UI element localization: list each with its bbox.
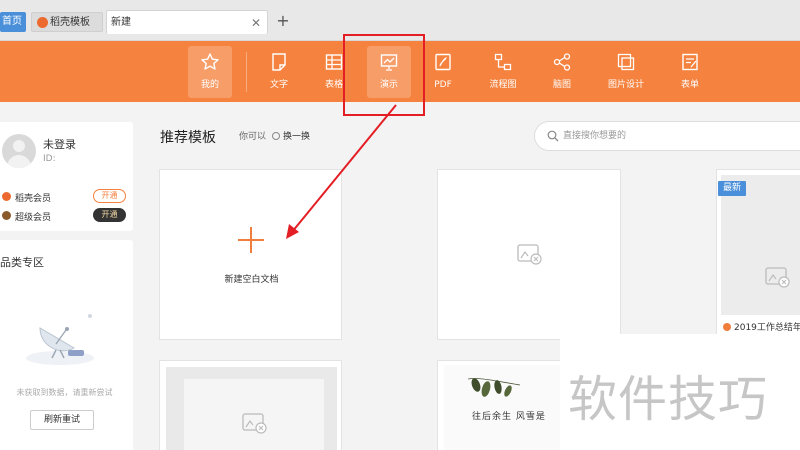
tool-label: 图片设计 [607,80,644,90]
category-title: 品类专区 [0,256,44,269]
tab-new-label: 新建 [111,17,131,28]
tool-label: 我的 [200,80,219,90]
template-name: 2019工作总结年 [723,320,800,333]
plus-icon-stroke [250,227,252,253]
toolbar-divider [246,52,247,92]
daoke-member-icon [2,192,11,201]
membership-daoke: 稻壳会员 开通 [2,189,130,205]
refresh-button[interactable]: 换一换 [272,129,310,142]
activate-super-button[interactable]: 开通 [93,208,126,222]
template-card[interactable] [437,169,621,340]
broken-image-icon [765,267,790,288]
daoke-logo-icon [37,17,48,28]
section-title: 推荐模板 [160,130,216,146]
tool-presentation[interactable]: 演示 [367,46,411,98]
template-poem-text: 往后余生 风雪是 [472,412,546,422]
flowchart-icon [493,52,513,72]
tab-daoke-templates[interactable]: 稻壳模板 [31,12,103,32]
search-box[interactable] [534,121,800,151]
tab-daoke-label: 稻壳模板 [50,17,90,28]
tool-label: 文字 [269,80,288,90]
pdf-icon [433,52,453,72]
new-blank-doc-card[interactable]: 新建空白文档 [159,169,342,340]
template-card[interactable] [159,360,342,450]
tool-table[interactable]: 表格 [312,46,356,98]
avatar[interactable] [2,134,36,168]
template-card[interactable]: 往后余生 风雪是 [437,360,563,450]
tool-image-design[interactable]: 图片设计 [604,46,648,98]
template-type-icon [723,323,731,331]
tab-bar: 首页 稻壳模板 新建 ✕ + [0,0,800,41]
leaves-icon [467,378,521,397]
add-tab-icon[interactable]: + [274,10,292,32]
tool-mine[interactable]: 我的 [188,46,232,98]
new-badge: 最新 [718,181,747,196]
membership-label: 稻壳会员 [15,194,52,204]
user-name[interactable]: 未登录 [43,136,76,152]
category-card: 品类专区 未获取到数据，请重新尝试 刷新重试 [0,240,133,450]
broken-image-icon [517,244,542,265]
watermark-text: 软件技巧 [568,371,769,428]
tool-label: PDF [434,80,452,90]
tool-label: 演示 [379,80,398,90]
user-id: ID: [43,154,56,164]
tool-mindmap[interactable]: 脑图 [540,46,584,98]
tool-label: 表单 [680,80,699,90]
app-toolbar: 我的 文字 表格 演示 PDF 流程图 脑图 图片设计 表单 [0,41,800,102]
user-card: 未登录 ID: 稻壳会员 开通 超级会员 开通 [0,122,133,231]
template-card[interactable]: 最新 2019工作总结年 [716,169,800,341]
activate-daoke-button[interactable]: 开通 [93,189,126,203]
tool-flowchart[interactable]: 流程图 [481,46,525,98]
search-icon [547,130,559,142]
watermark: 软件技巧 [560,334,800,450]
form-icon [680,52,700,72]
membership-super: 超级会员 开通 [2,208,130,224]
empty-message: 未获取到数据，请重新尝试 [16,388,113,397]
template-name-text: 2019工作总结年 [734,323,800,333]
table-icon [324,52,344,72]
presentation-icon [379,52,399,72]
star-icon [200,52,220,72]
satellite-dish-icon [26,314,94,365]
refresh-label: 换一换 [283,132,311,142]
broken-image-icon [242,413,267,434]
retry-button[interactable]: 刷新重试 [30,410,94,430]
template-thumbnail [721,175,800,315]
super-member-icon [2,211,11,220]
membership-label: 超级会员 [15,213,52,223]
mindmap-icon [552,52,572,72]
image-design-icon [616,52,636,72]
tab-home[interactable]: 首页 [0,12,26,32]
close-icon[interactable]: ✕ [249,11,263,35]
maybe-label: 你可以 [239,132,267,142]
template-thumbnail: 往后余生 风雪是 [444,365,562,450]
tool-text[interactable]: 文字 [257,46,301,98]
tab-new[interactable]: 新建 ✕ [106,10,268,34]
tool-label: 表格 [324,80,343,90]
tool-form[interactable]: 表单 [668,46,712,98]
search-input[interactable] [563,128,793,144]
tool-pdf[interactable]: PDF [421,46,465,98]
new-blank-doc-label: 新建空白文档 [224,275,279,285]
template-thumbnail [166,367,337,450]
refresh-icon [272,132,280,140]
tool-label: 流程图 [489,80,517,90]
tool-label: 脑图 [552,80,571,90]
document-icon [269,52,289,72]
